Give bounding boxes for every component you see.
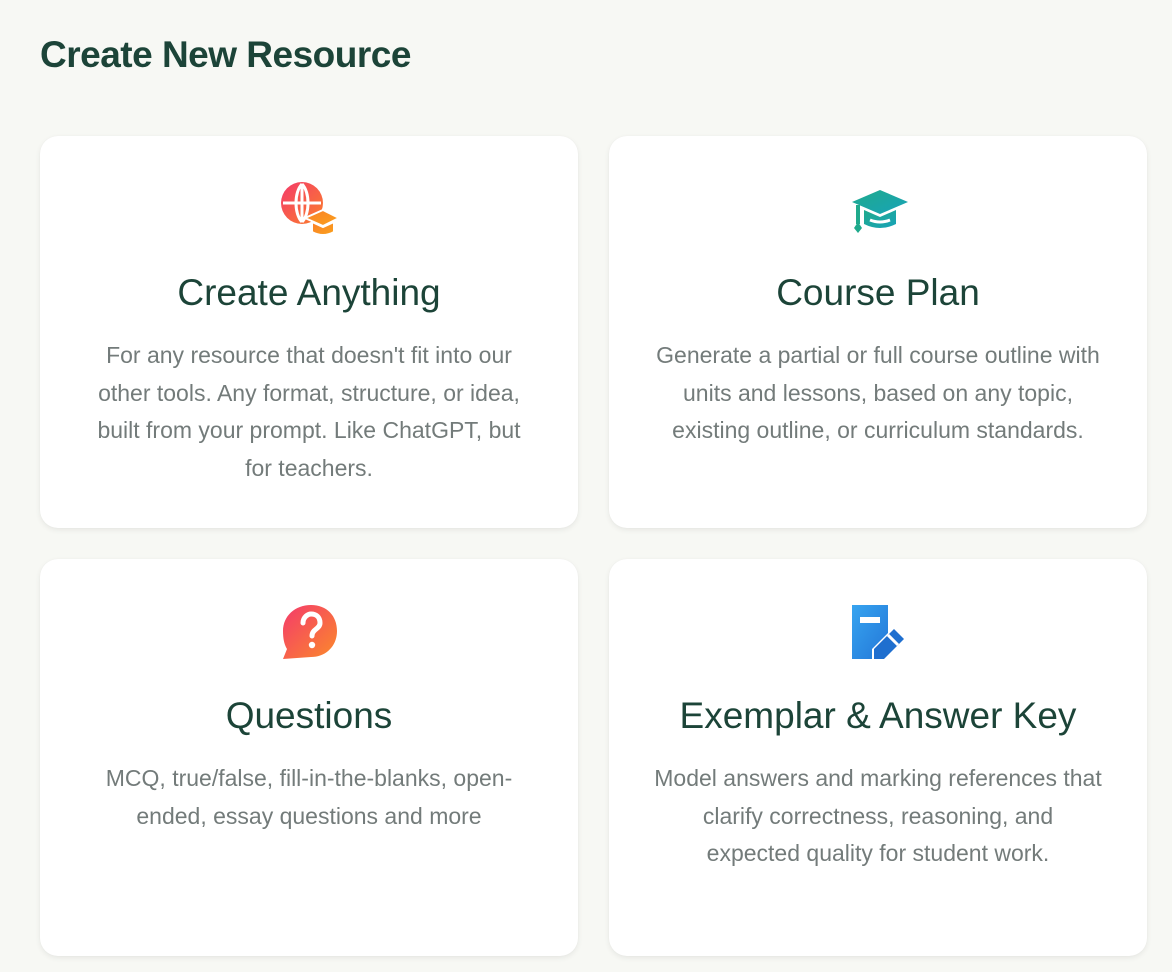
question-bubble-icon bbox=[283, 605, 337, 659]
card-title: Course Plan bbox=[776, 272, 980, 313]
card-description: Model answers and marking references tha… bbox=[654, 765, 1102, 866]
card-description: For any resource that doesn't fit into o… bbox=[97, 342, 521, 481]
create-anything-card[interactable]: Create Anything For any resource that do… bbox=[40, 136, 578, 528]
graduation-cap-icon bbox=[852, 190, 908, 233]
questions-card[interactable]: Questions MCQ, true/false, fill-in-the-b… bbox=[40, 559, 578, 956]
page-title: Create New Resource bbox=[40, 34, 411, 75]
card-description: Generate a partial or full course outlin… bbox=[656, 342, 1100, 443]
course-plan-card[interactable]: Course Plan Generate a partial or full c… bbox=[609, 136, 1147, 528]
document-edit-icon bbox=[852, 605, 904, 659]
card-description: MCQ, true/false, fill-in-the-blanks, ope… bbox=[105, 765, 513, 829]
globe-graduation-cap-icon bbox=[281, 182, 339, 236]
card-title: Create Anything bbox=[177, 272, 441, 313]
card-title: Exemplar & Answer Key bbox=[679, 695, 1077, 736]
exemplar-answer-key-card[interactable]: Exemplar & Answer Key Model answers and … bbox=[609, 559, 1147, 956]
card-title: Questions bbox=[225, 695, 393, 736]
create-resource-page: Create New Resource Create Anything For … bbox=[0, 0, 1172, 972]
